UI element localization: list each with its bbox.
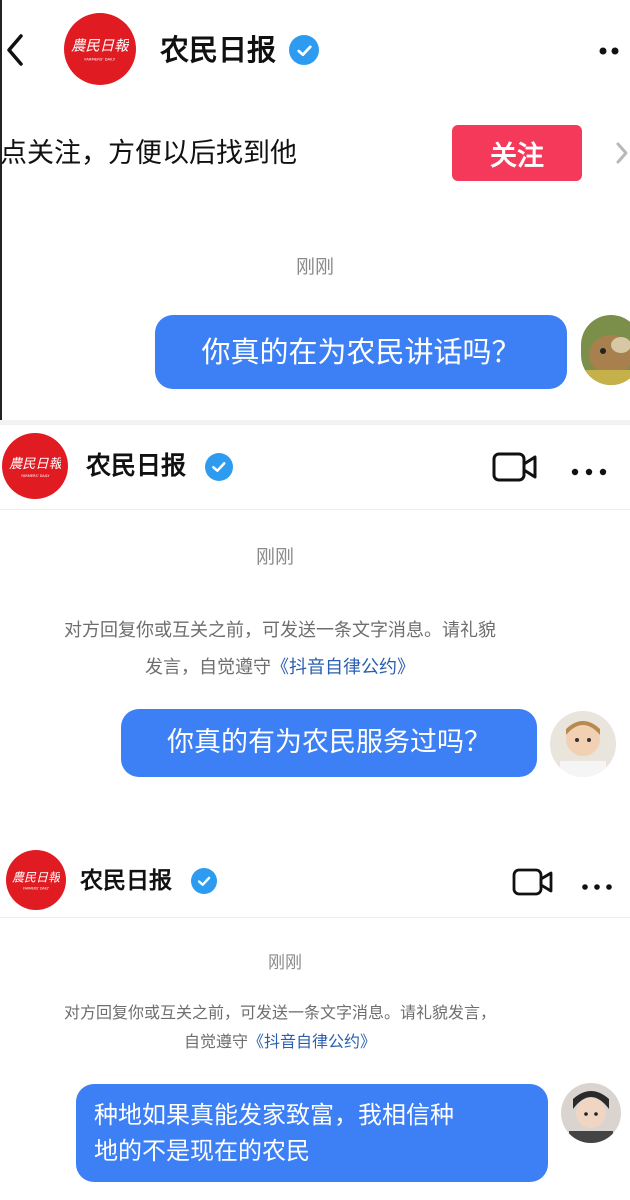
chevron-right-icon[interactable] [612, 138, 630, 168]
message-bubble[interactable]: 种地如果真能发家致富，我相信种 地的不是现在的农民 [76, 1084, 548, 1182]
notice-line-1: 对方回复你或互关之前，可发送一条文字消息。请礼貌 [64, 620, 496, 641]
avatar-logo[interactable]: 農民日報 FARMERS' DAILY [6, 850, 66, 910]
svg-text:農民日報: 農民日報 [9, 456, 62, 472]
notice-line-2: 发言，自觉遵守《抖音自律公约》 [0, 654, 560, 682]
video-call-icon[interactable] [512, 867, 554, 897]
more-dots-icon[interactable] [570, 462, 608, 476]
user-avatar[interactable] [581, 315, 630, 385]
svg-text:農民日報: 農民日報 [12, 871, 60, 885]
user-avatar[interactable] [561, 1083, 621, 1143]
avatar-logo[interactable]: 農民日報 FARMERS' DAILY [64, 13, 136, 85]
notice-prefix: 发言，自觉遵守 [145, 657, 271, 678]
left-edge [0, 0, 2, 420]
chat-screenshot-3: 農民日報 FARMERS' DAILY 农民日报 刚刚 对方回复你或互关之前，可发… [0, 835, 630, 1200]
notice-text: 对方回复你或互关之前，可发送一条文字消息。请礼貌发言， 自觉遵守《抖音自律公约》 [0, 1000, 560, 1055]
chat-screenshot-2: 農民日報 FARMERS' DAILY 农民日报 刚刚 对方回复你或互关之前，可发… [0, 425, 630, 805]
notice-prefix: 自觉遵守 [183, 1032, 248, 1051]
svg-text:FARMERS' DAILY: FARMERS' DAILY [21, 474, 50, 478]
user-avatar[interactable] [550, 711, 616, 777]
timestamp: 刚刚 [268, 953, 302, 973]
back-arrow-icon[interactable] [4, 32, 26, 68]
avatar-logo[interactable]: 農民日報 FARMERS' DAILY [2, 433, 68, 499]
svg-text:農民日報: 農民日報 [71, 38, 129, 55]
timestamp: 刚刚 [295, 256, 334, 278]
message-bubble[interactable]: 你真的在为农民讲话吗？ [155, 315, 567, 389]
chat-screenshot-1: 農民日報 FARMERS' DAILY 农民日报 点关注，方便以后找到他 关注 刚… [0, 0, 630, 420]
timestamp: 刚刚 [255, 546, 294, 568]
svg-text:FARMERS' DAILY: FARMERS' DAILY [23, 887, 49, 891]
notice-text: 对方回复你或互关之前，可发送一条文字消息。请礼貌 发言，自觉遵守《抖音自律公约》 [0, 617, 560, 682]
more-dots-icon[interactable] [598, 42, 628, 55]
message-line-1: 种地如果真能发家致富，我相信种 [94, 1101, 454, 1129]
verified-badge-icon [191, 868, 217, 894]
message-line-2: 地的不是现在的农民 [94, 1137, 310, 1165]
notice-line-2: 自觉遵守《抖音自律公约》 [0, 1029, 560, 1055]
community-guidelines-link[interactable]: 《抖音自律公约》 [271, 657, 415, 678]
video-call-icon[interactable] [492, 451, 538, 483]
verified-badge-icon [205, 453, 233, 481]
panel-separator [0, 805, 630, 835]
community-guidelines-link[interactable]: 《抖音自律公约》 [248, 1032, 376, 1051]
follow-prompt: 点关注，方便以后找到他 [0, 138, 297, 169]
svg-text:FARMERS' DAILY: FARMERS' DAILY [85, 57, 116, 62]
follow-button[interactable]: 关注 [452, 125, 582, 181]
account-name: 农民日报 [86, 451, 187, 480]
verified-badge-icon [289, 35, 319, 65]
message-bubble[interactable]: 你真的有为农民服务过吗？ [121, 709, 537, 777]
account-name: 农民日报 [80, 868, 172, 894]
notice-line-1: 对方回复你或互关之前，可发送一条文字消息。请礼貌发言， [63, 1003, 496, 1022]
more-dots-icon[interactable] [580, 877, 614, 890]
header-divider [0, 917, 630, 918]
account-name: 农民日报 [160, 33, 277, 67]
header-divider [0, 509, 630, 510]
